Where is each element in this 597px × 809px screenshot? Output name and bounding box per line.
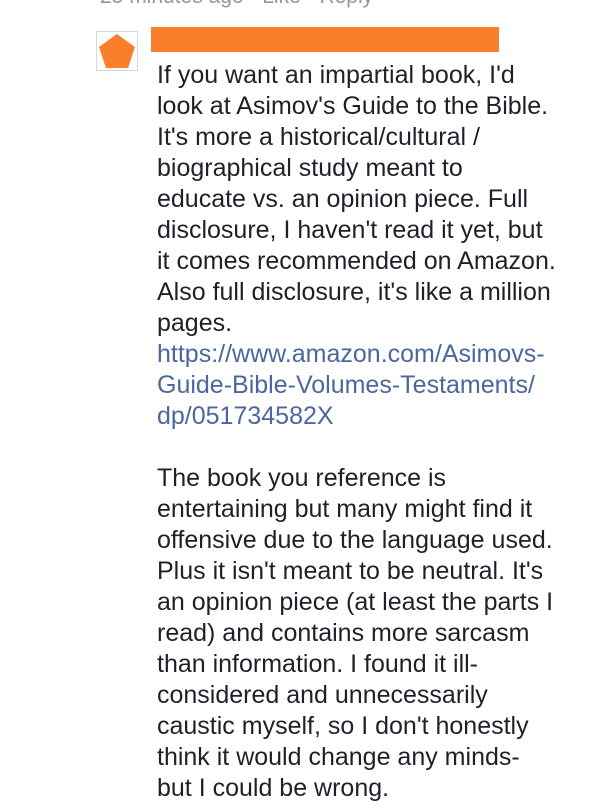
orange-pentagon-avatar-icon (99, 34, 135, 68)
amazon-link[interactable]: https://www.amazon.com/Asimovs- Guide-Bi… (157, 339, 591, 432)
comment-paragraph-2: The book you reference is entertaining b… (157, 464, 554, 802)
comment-thread: 25 minutes ago · Like · Reply If you wan… (0, 0, 597, 809)
previous-comment-meta: 25 minutes ago · Like · Reply (100, 0, 373, 10)
comment-paragraph-1: If you want an impartial book, I'd look … (157, 61, 556, 337)
avatar[interactable] (96, 31, 138, 71)
author-name-redacted[interactable] (151, 27, 499, 52)
comment-body: If you want an impartial book, I'd look … (157, 60, 591, 804)
